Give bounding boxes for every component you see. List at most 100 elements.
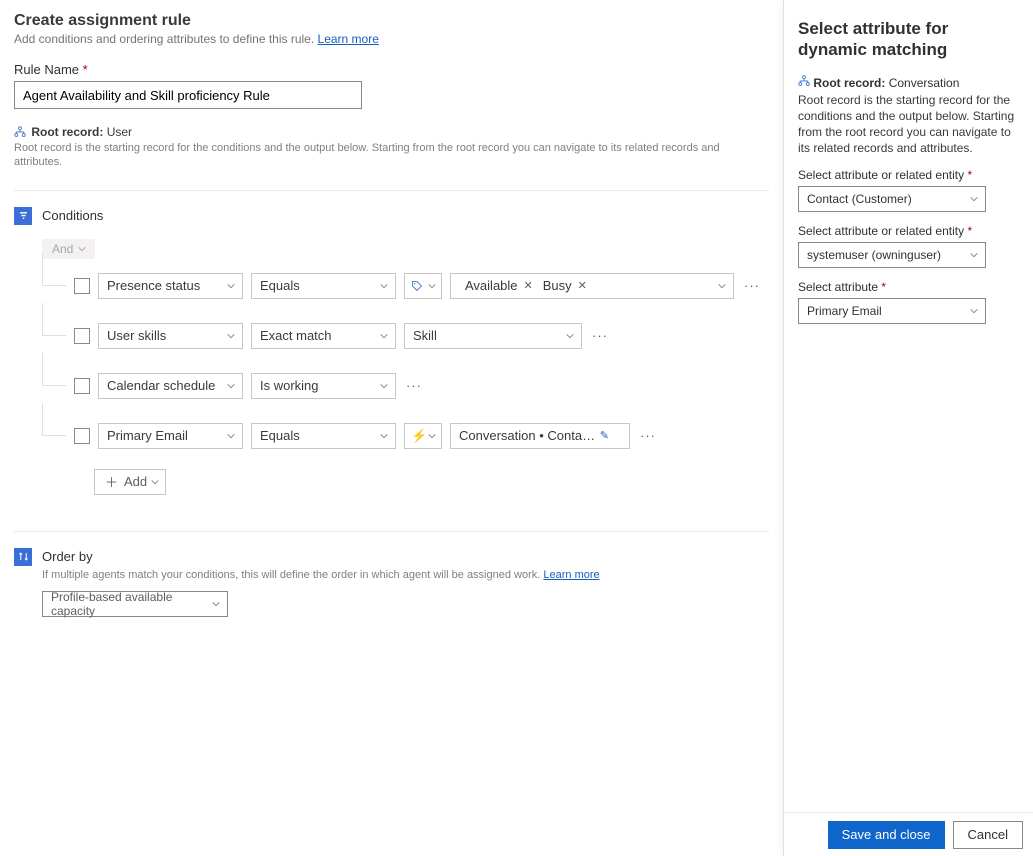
operator-select[interactable]: Exact match bbox=[251, 323, 396, 349]
root-record: Root record: User Root record is the sta… bbox=[14, 125, 769, 170]
value-tag: Busy✕ bbox=[537, 277, 591, 295]
condition-row: User skills Exact match Skill ··· bbox=[42, 299, 769, 349]
side-select-2[interactable]: systemuser (owninguser) bbox=[798, 242, 986, 268]
chevron-down-icon bbox=[717, 281, 727, 291]
side-select-1-label: Select attribute or related entity * bbox=[798, 168, 1019, 182]
side-footer: Save and close Cancel bbox=[784, 812, 1033, 856]
value-select[interactable]: Skill bbox=[404, 323, 582, 349]
condition-row: Calendar schedule Is working ··· bbox=[42, 349, 769, 399]
operator-select-value: Equals bbox=[260, 278, 300, 293]
tree-connector bbox=[42, 435, 66, 436]
rule-name-label-text: Rule Name bbox=[14, 62, 79, 77]
order-by-heading: Order by bbox=[42, 549, 93, 564]
chevron-down-icon bbox=[226, 281, 236, 291]
chevron-down-icon bbox=[226, 381, 236, 391]
value-type-select[interactable]: ⚡ bbox=[404, 423, 442, 449]
root-record-help: Root record is the starting record for t… bbox=[14, 141, 769, 170]
root-record-value: User bbox=[107, 125, 132, 139]
order-by-section: Order by If multiple agents match your c… bbox=[14, 532, 769, 617]
dynamic-value[interactable]: Conversation • Contact • User • P... ✎ bbox=[450, 423, 630, 449]
row-more-icon[interactable]: ··· bbox=[404, 378, 424, 393]
row-more-icon[interactable]: ··· bbox=[742, 278, 762, 293]
rule-name-input[interactable] bbox=[14, 81, 362, 109]
chevron-down-icon bbox=[969, 306, 979, 316]
order-by-select-value: Profile-based available capacity bbox=[51, 590, 219, 618]
side-select-1[interactable]: Contact (Customer) bbox=[798, 186, 986, 212]
bolt-icon: ⚡ bbox=[411, 428, 427, 444]
attribute-select-value: Primary Email bbox=[107, 428, 188, 443]
order-by-help-text: If multiple agents match your conditions… bbox=[42, 569, 543, 581]
side-select-1-label-text: Select attribute or related entity bbox=[798, 168, 964, 182]
operator-select-value: Equals bbox=[260, 428, 300, 443]
value-select[interactable]: Available ✕ Busy✕ bbox=[450, 273, 734, 299]
hierarchy-icon bbox=[14, 126, 26, 138]
value-tag-text: Available bbox=[465, 278, 518, 293]
side-select-3-label-text: Select attribute bbox=[798, 280, 878, 294]
dynamic-value-text: Conversation • Contact • User • P... bbox=[459, 428, 596, 443]
row-checkbox[interactable] bbox=[74, 378, 90, 394]
rule-name-field: Rule Name * bbox=[14, 62, 769, 109]
attribute-select[interactable]: User skills bbox=[98, 323, 243, 349]
value-select-value: Skill bbox=[413, 328, 437, 343]
remove-tag-icon[interactable]: ✕ bbox=[524, 279, 533, 292]
chevron-down-icon bbox=[379, 431, 389, 441]
add-button-label: Add bbox=[124, 474, 147, 489]
side-select-2-value: systemuser (owninguser) bbox=[807, 248, 941, 262]
add-condition-button[interactable]: ＋ Add bbox=[94, 469, 166, 495]
page-title: Create assignment rule bbox=[14, 12, 769, 30]
operator-select[interactable]: Is working bbox=[251, 373, 396, 399]
attribute-select[interactable]: Primary Email bbox=[98, 423, 243, 449]
edit-icon[interactable]: ✎ bbox=[600, 429, 609, 442]
row-checkbox[interactable] bbox=[74, 428, 90, 444]
row-more-icon[interactable]: ··· bbox=[638, 428, 658, 443]
page-subtitle: Add conditions and ordering attributes t… bbox=[14, 32, 769, 46]
chevron-down-icon bbox=[226, 331, 236, 341]
learn-more-link[interactable]: Learn more bbox=[318, 32, 379, 46]
side-select-3-value: Primary Email bbox=[807, 304, 882, 318]
operator-select[interactable]: Equals bbox=[251, 273, 396, 299]
required-icon: * bbox=[967, 224, 972, 238]
attribute-select-value: User skills bbox=[107, 328, 166, 343]
hierarchy-icon bbox=[798, 75, 810, 87]
chevron-down-icon bbox=[379, 331, 389, 341]
chevron-down-icon bbox=[427, 431, 437, 441]
group-operator-chip[interactable]: And bbox=[42, 239, 95, 259]
required-icon: * bbox=[967, 168, 972, 182]
required-icon: * bbox=[881, 280, 886, 294]
root-record-label: Root record: bbox=[31, 125, 103, 139]
save-button[interactable]: Save and close bbox=[828, 821, 945, 849]
tag-icon bbox=[411, 280, 423, 292]
operator-select[interactable]: Equals bbox=[251, 423, 396, 449]
side-select-2-label: Select attribute or related entity * bbox=[798, 224, 1019, 238]
side-root-label: Root record: bbox=[813, 76, 885, 90]
operator-select-value: Is working bbox=[260, 378, 319, 393]
attribute-select[interactable]: Calendar schedule bbox=[98, 373, 243, 399]
condition-row: Primary Email Equals ⚡ Conversation • Co… bbox=[42, 399, 769, 449]
order-learn-more-link[interactable]: Learn more bbox=[543, 569, 599, 581]
row-checkbox[interactable] bbox=[74, 278, 90, 294]
cancel-button[interactable]: Cancel bbox=[953, 821, 1023, 849]
chevron-down-icon bbox=[226, 431, 236, 441]
side-panel: Select attribute for dynamic matching Ro… bbox=[783, 0, 1033, 856]
required-icon: * bbox=[83, 62, 88, 77]
conditions-heading: Conditions bbox=[42, 208, 103, 223]
remove-tag-icon[interactable]: ✕ bbox=[578, 279, 587, 292]
side-root-help: Root record is the starting record for t… bbox=[798, 92, 1019, 157]
side-root-record: Root record: Conversation bbox=[798, 75, 1019, 90]
order-by-icon bbox=[14, 548, 32, 566]
attribute-select[interactable]: Presence status bbox=[98, 273, 243, 299]
attribute-select-value: Calendar schedule bbox=[107, 378, 215, 393]
attribute-select-value: Presence status bbox=[107, 278, 200, 293]
order-by-help: If multiple agents match your conditions… bbox=[42, 569, 769, 581]
row-checkbox[interactable] bbox=[74, 328, 90, 344]
conditions-icon bbox=[14, 207, 32, 225]
side-select-1-value: Contact (Customer) bbox=[807, 192, 912, 206]
value-tag: Available ✕ bbox=[459, 277, 537, 295]
side-select-3[interactable]: Primary Email bbox=[798, 298, 986, 324]
tree-connector bbox=[42, 335, 66, 336]
order-by-select[interactable]: Profile-based available capacity bbox=[42, 591, 228, 617]
row-more-icon[interactable]: ··· bbox=[590, 328, 610, 343]
page-subtitle-text: Add conditions and ordering attributes t… bbox=[14, 32, 318, 46]
tree-connector bbox=[42, 385, 66, 386]
value-type-select[interactable] bbox=[404, 273, 442, 299]
